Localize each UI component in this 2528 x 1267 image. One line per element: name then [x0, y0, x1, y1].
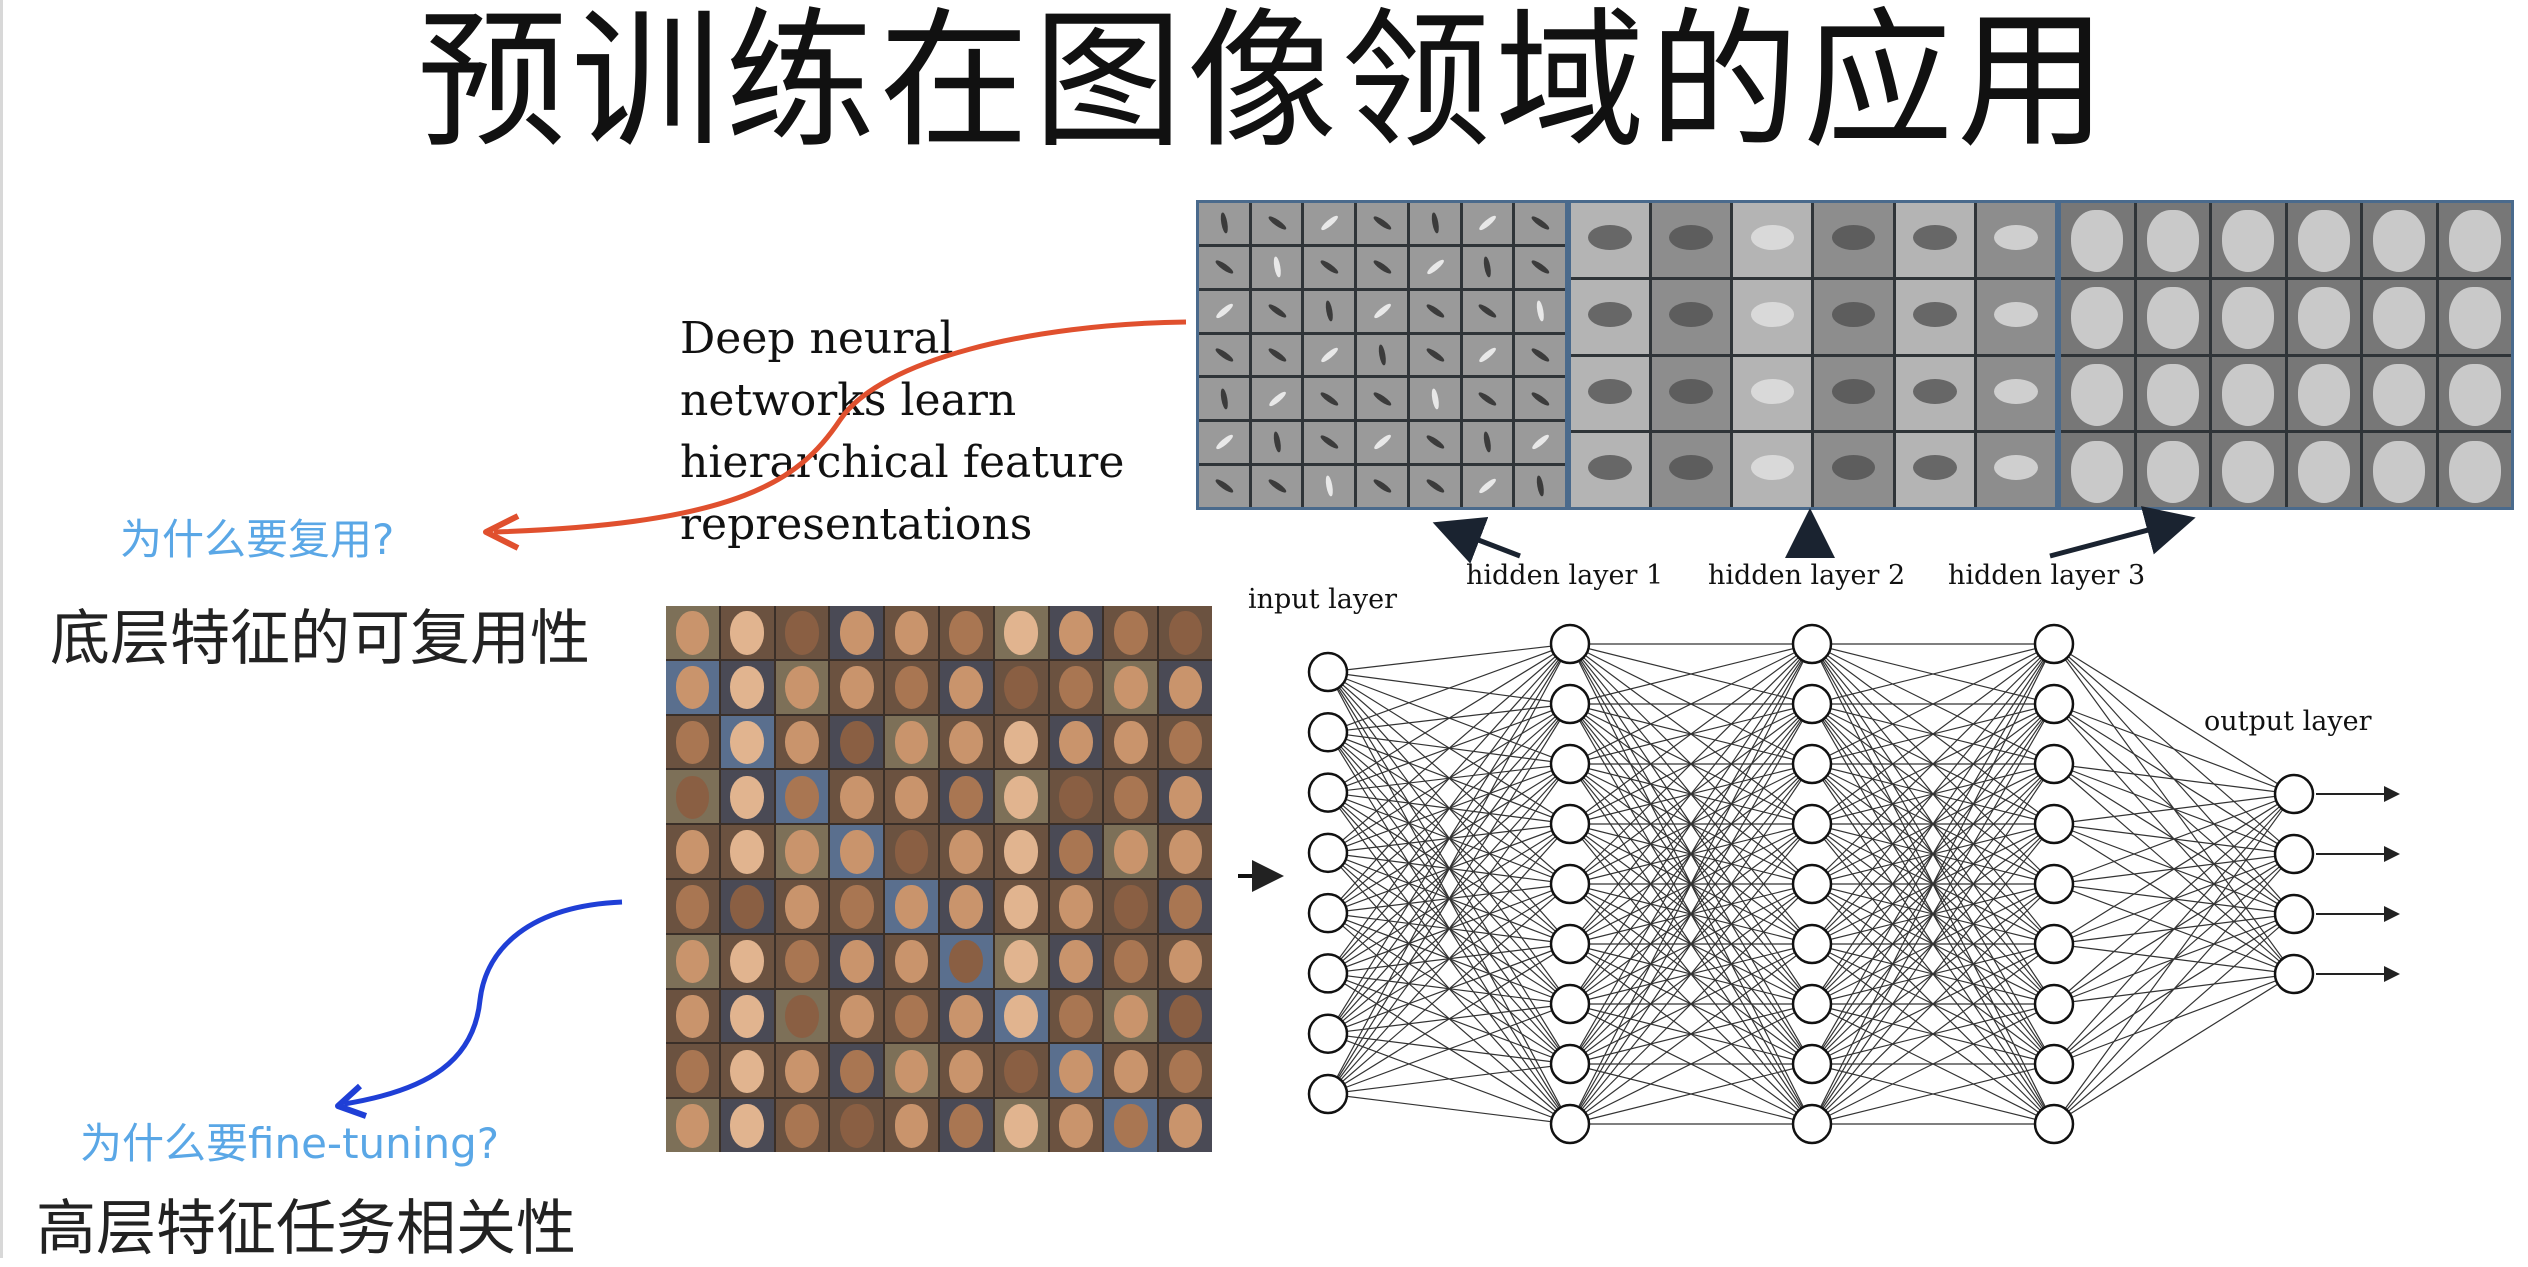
network-connection	[2053, 793, 2295, 825]
network-connection	[1327, 823, 1571, 1095]
hidden-neuron	[2033, 1103, 2075, 1145]
input-neuron	[1307, 1073, 1349, 1115]
hidden-neuron	[1549, 623, 1591, 665]
network-connection	[1327, 643, 1571, 733]
hidden-neuron	[1791, 623, 1833, 665]
output-neuron	[2273, 773, 2315, 815]
network-connection	[2053, 643, 2295, 795]
hidden-neuron	[2033, 683, 2075, 725]
network-connection	[1327, 883, 1571, 1095]
network-connection	[1327, 643, 1571, 794]
network-connection	[1327, 763, 1571, 1095]
network-connection	[2053, 793, 2295, 1065]
network-connection	[1327, 643, 1571, 673]
hidden-neuron	[1791, 923, 1833, 965]
hidden-neuron	[1549, 1103, 1591, 1145]
hidden-neuron	[2033, 983, 2075, 1025]
hidden-neuron	[1549, 803, 1591, 845]
network-connection	[1327, 943, 1571, 1095]
hidden-neuron	[1791, 743, 1833, 785]
network-connection	[1327, 643, 1571, 1095]
hidden-layer-1-arrow	[1432, 517, 1521, 564]
hidden-neuron	[2033, 623, 2075, 665]
network-connection	[1327, 643, 1571, 914]
hidden-neuron	[1549, 1043, 1591, 1085]
hidden-neuron	[1791, 803, 1833, 845]
hidden-neuron	[1549, 743, 1591, 785]
network-connection	[2053, 793, 2295, 945]
network-connection	[2053, 973, 2295, 1125]
hidden-neuron	[1791, 983, 1833, 1025]
hidden-neuron	[1549, 683, 1591, 725]
network-connection	[1327, 643, 1571, 1035]
network-connection	[1327, 703, 1571, 1095]
input-neuron	[1307, 1013, 1349, 1054]
input-neuron	[1307, 712, 1349, 753]
network-connection	[1327, 1093, 1571, 1125]
hidden-neuron	[1791, 683, 1833, 725]
hidden-neuron	[1791, 1103, 1833, 1145]
hidden-neuron	[2033, 803, 2075, 845]
hidden-neuron	[2033, 1043, 2075, 1085]
neural-network-diagram	[335, 319, 2400, 1145]
hidden-neuron	[1791, 1043, 1833, 1085]
hidden-layer-3-arrow	[2049, 506, 2196, 559]
output-neuron	[2273, 893, 2315, 935]
hidden-neuron	[2033, 923, 2075, 965]
red-curved-arrow	[493, 319, 1187, 535]
hidden-neuron	[2033, 743, 2075, 785]
network-connection	[2053, 853, 2295, 1125]
hidden-neuron	[2033, 863, 2075, 905]
hidden-neuron	[1791, 863, 1833, 905]
input-neuron	[1307, 832, 1349, 874]
network-connection	[1327, 1003, 1571, 1095]
input-neuron	[1307, 651, 1349, 693]
network-connection	[2053, 703, 2295, 795]
hidden-neuron	[1549, 923, 1591, 965]
output-neuron	[2273, 953, 2315, 995]
output-neuron	[2273, 833, 2315, 875]
hidden-neuron	[1549, 863, 1591, 905]
input-neuron	[1307, 892, 1349, 934]
input-neuron	[1307, 772, 1349, 813]
network-connection	[2053, 793, 2295, 1005]
network-connection	[1327, 643, 1571, 974]
network-connection	[2053, 763, 2295, 795]
hidden-neuron	[1549, 983, 1591, 1025]
network-connection	[2053, 793, 2295, 885]
network-connection	[1327, 1063, 1571, 1095]
network-connection	[2053, 913, 2295, 1125]
network-connection	[2053, 793, 2295, 1125]
network-connection	[1327, 643, 1571, 854]
input-neuron	[1307, 953, 1349, 994]
blue-curved-arrow	[343, 899, 623, 1107]
